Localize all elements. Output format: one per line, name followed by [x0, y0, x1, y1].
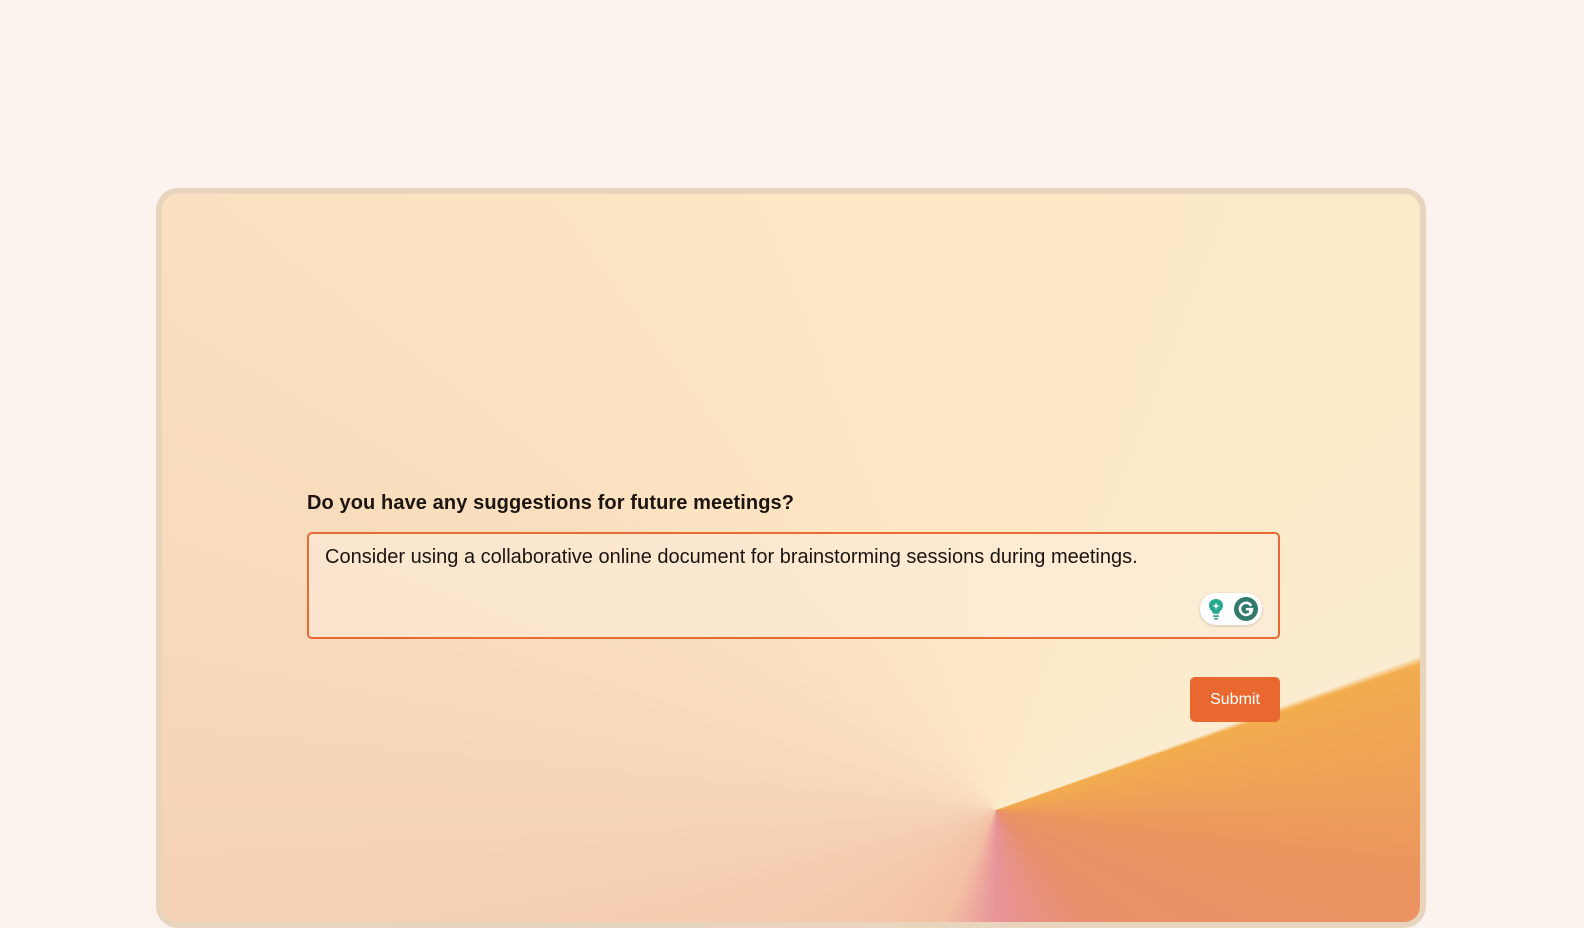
answer-text[interactable]: Consider using a collaborative online do… [325, 544, 1262, 570]
grammarly-widget[interactable] [1200, 593, 1262, 625]
submit-button[interactable]: Submit [1190, 677, 1280, 722]
answer-textarea[interactable]: Consider using a collaborative online do… [307, 532, 1280, 639]
lightbulb-sparkle-icon[interactable] [1203, 596, 1229, 622]
grammarly-g-icon[interactable] [1233, 596, 1259, 622]
question-label: Do you have any suggestions for future m… [307, 492, 795, 514]
